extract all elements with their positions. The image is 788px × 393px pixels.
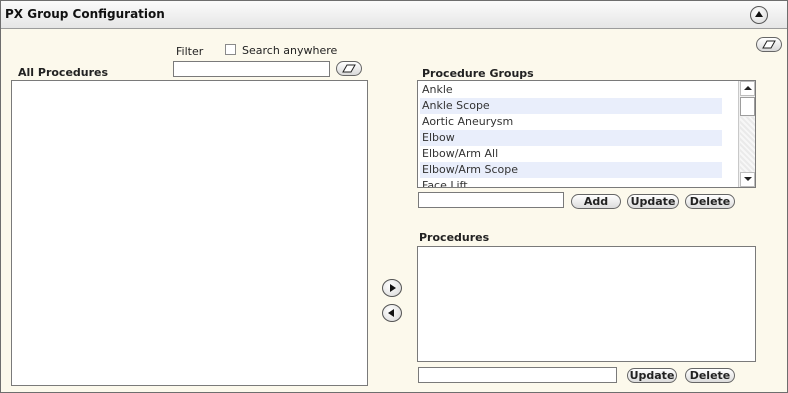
eraser-icon: [342, 64, 356, 73]
update-procedure-button[interactable]: Update: [627, 368, 677, 383]
list-item[interactable]: Face Lift: [420, 178, 722, 187]
delete-procedure-button[interactable]: Delete: [685, 368, 735, 383]
search-anywhere-checkbox[interactable]: [225, 44, 236, 55]
collapse-up-icon: [755, 11, 763, 17]
scroll-down-button[interactable]: [740, 172, 755, 187]
scroll-thumb[interactable]: [740, 97, 755, 116]
eraser-icon: [762, 40, 776, 49]
all-procedures-label: All Procedures: [18, 66, 109, 79]
list-item[interactable]: Elbow/Arm Scope: [420, 162, 722, 178]
procedure-groups-scrollbar[interactable]: [738, 81, 755, 187]
chevron-down-icon: [744, 177, 752, 181]
list-item[interactable]: Elbow/Arm All: [420, 146, 722, 162]
chevron-up-icon: [744, 86, 752, 90]
scroll-track[interactable]: [740, 117, 755, 174]
scroll-up-button[interactable]: [740, 81, 755, 96]
move-left-button[interactable]: [382, 304, 402, 322]
arrow-right-icon: [390, 284, 396, 292]
all-procedures-list[interactable]: [11, 80, 368, 386]
delete-group-button[interactable]: Delete: [685, 194, 735, 209]
panel-header: PX Group Configuration: [1, 1, 787, 29]
arrow-left-icon: [388, 309, 394, 317]
add-group-button[interactable]: Add: [571, 194, 621, 209]
filter-input[interactable]: [173, 61, 330, 77]
list-item[interactable]: Elbow: [420, 130, 722, 146]
move-right-button[interactable]: [382, 279, 402, 297]
clear-filter-button[interactable]: [336, 61, 362, 76]
filter-label: Filter: [176, 45, 204, 58]
list-item[interactable]: Ankle: [420, 82, 722, 98]
collapse-button[interactable]: [750, 6, 768, 24]
procedure-groups-list[interactable]: Ankle Ankle Scope Aortic Aneurysm Elbow …: [417, 80, 756, 188]
procedures-label: Procedures: [419, 231, 490, 244]
group-name-input[interactable]: [418, 192, 564, 208]
page-title: PX Group Configuration: [5, 7, 165, 21]
clear-groups-button[interactable]: [756, 37, 782, 52]
px-group-configuration-panel: PX Group Configuration Filter Search any…: [0, 0, 788, 393]
list-item[interactable]: Aortic Aneurysm: [420, 114, 722, 130]
update-group-button[interactable]: Update: [627, 194, 679, 209]
procedures-list[interactable]: [417, 246, 756, 362]
procedure-input[interactable]: [418, 367, 617, 383]
list-item[interactable]: Ankle Scope: [420, 98, 722, 114]
search-anywhere-label: Search anywhere: [242, 44, 338, 57]
procedure-groups-label: Procedure Groups: [422, 67, 534, 80]
